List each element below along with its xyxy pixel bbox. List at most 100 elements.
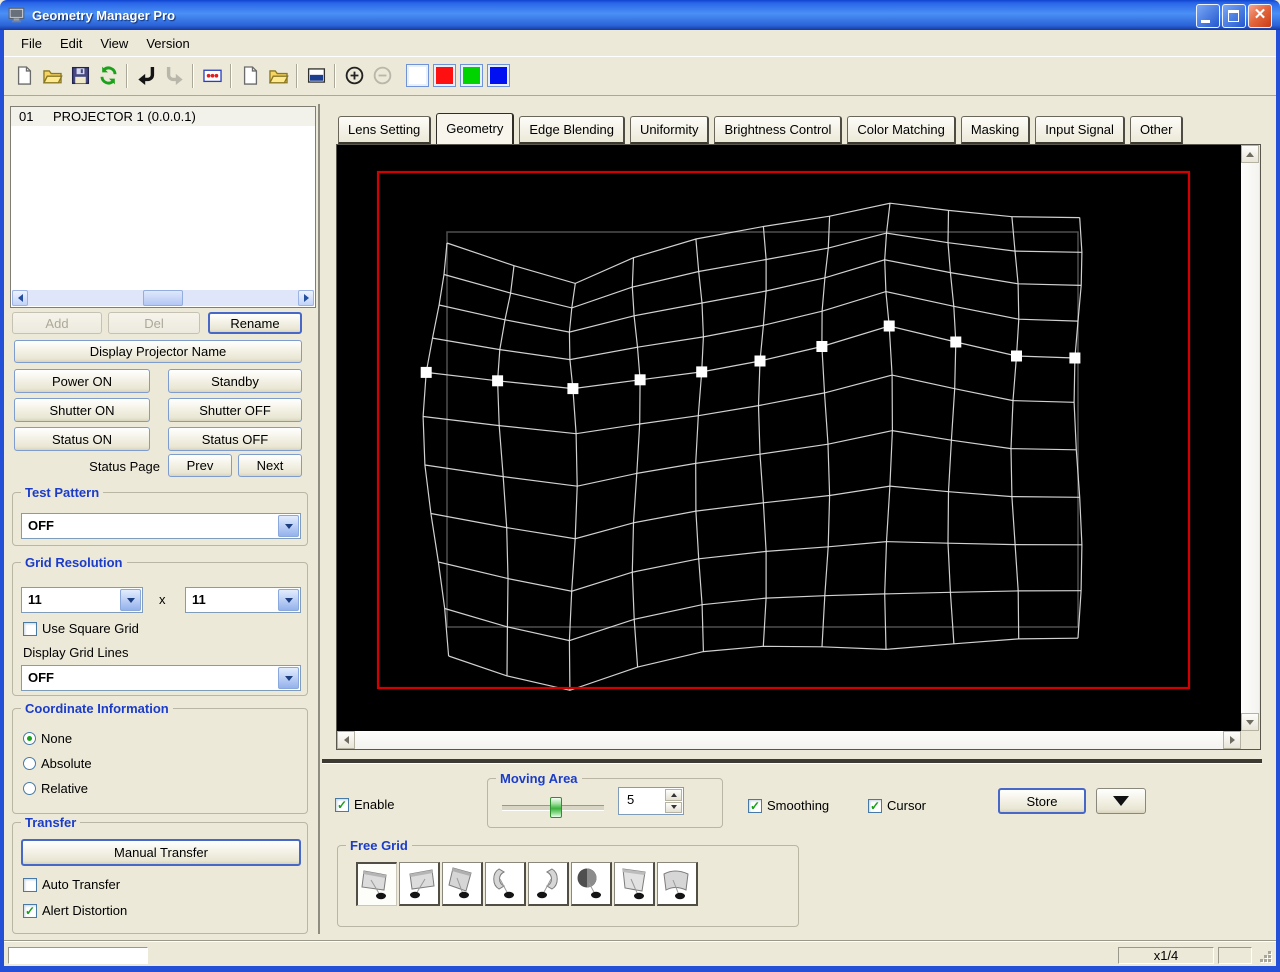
- spinner-down-button[interactable]: [665, 801, 682, 813]
- grid-handle[interactable]: [696, 366, 708, 378]
- scroll-up-button[interactable]: [1241, 145, 1259, 163]
- free-grid-angled-screen-button[interactable]: [614, 862, 655, 906]
- dropdown-arrow-icon[interactable]: [278, 515, 299, 537]
- resize-grip[interactable]: [1256, 947, 1272, 963]
- maximize-button[interactable]: [1222, 4, 1246, 28]
- grid-handle[interactable]: [492, 375, 504, 387]
- new-file-button[interactable]: [11, 63, 37, 89]
- grid-handle[interactable]: [950, 336, 962, 348]
- radio-relative[interactable]: Relative: [23, 781, 88, 796]
- zoom-in-button[interactable]: [341, 63, 367, 89]
- screen-window-button[interactable]: [303, 63, 329, 89]
- free-grid-dome-button[interactable]: [571, 862, 612, 906]
- grid-cols-select[interactable]: 11: [21, 587, 143, 613]
- tab-lens-setting[interactable]: Lens Setting: [338, 116, 432, 145]
- prev-button[interactable]: Prev: [168, 454, 232, 477]
- power-on-button[interactable]: Power ON: [14, 369, 150, 393]
- shutter-off-button[interactable]: Shutter OFF: [168, 398, 302, 422]
- tab-uniformity[interactable]: Uniformity: [629, 116, 710, 145]
- radio-absolute[interactable]: Absolute: [23, 756, 92, 771]
- display-grid-lines-select[interactable]: OFF: [21, 665, 301, 691]
- white-swatch-button[interactable]: [406, 64, 429, 87]
- scroll-track[interactable]: [28, 290, 298, 306]
- slider-thumb[interactable]: [550, 797, 562, 818]
- smoothing-checkbox[interactable]: Smoothing: [748, 798, 829, 813]
- shutter-on-button[interactable]: Shutter ON: [14, 398, 150, 422]
- free-grid-flat-screen-left-button[interactable]: [356, 862, 397, 906]
- dropdown-arrow-icon[interactable]: [278, 589, 299, 611]
- store-button[interactable]: Store: [998, 788, 1086, 814]
- scroll-left-button[interactable]: [12, 290, 28, 306]
- save-file-button[interactable]: [67, 63, 93, 89]
- scroll-right-button[interactable]: [298, 290, 314, 306]
- free-grid-curved-screen-button[interactable]: [657, 862, 698, 906]
- tab-color-matching[interactable]: Color Matching: [847, 116, 956, 145]
- dropdown-arrow-icon[interactable]: [120, 589, 141, 611]
- grid-handle[interactable]: [816, 341, 828, 352]
- free-grid-flat-screen-right-button[interactable]: [399, 862, 440, 906]
- rename-button[interactable]: Rename: [208, 312, 302, 334]
- tab-brightness-control[interactable]: Brightness Control: [714, 116, 843, 145]
- grid-handle[interactable]: [883, 320, 895, 332]
- tab-edge-blending[interactable]: Edge Blending: [519, 116, 625, 145]
- red-swatch-button[interactable]: [433, 64, 456, 87]
- grid-handle[interactable]: [567, 383, 579, 395]
- menu-edit[interactable]: Edit: [51, 34, 91, 53]
- tab-geometry[interactable]: Geometry: [436, 113, 515, 145]
- enable-checkbox[interactable]: Enable: [335, 797, 394, 812]
- scroll-left-button[interactable]: [337, 731, 355, 749]
- grid-handle[interactable]: [634, 374, 646, 386]
- geometry-canvas[interactable]: [337, 145, 1241, 731]
- canvas-vscrollbar[interactable]: [1241, 145, 1259, 731]
- grid-handle[interactable]: [754, 355, 766, 367]
- menu-view[interactable]: View: [91, 34, 137, 53]
- projector-list-scrollbar[interactable]: [12, 290, 314, 306]
- display-projector-name-button[interactable]: Display Projector Name: [14, 340, 302, 363]
- status-off-button[interactable]: Status OFF: [168, 427, 302, 451]
- grid-rows-select[interactable]: 11: [185, 587, 301, 613]
- projector-list-item[interactable]: 01 PROJECTOR 1 (0.0.0.1): [11, 107, 315, 126]
- store-dropdown-button[interactable]: [1096, 788, 1146, 814]
- scroll-down-button[interactable]: [1241, 713, 1259, 731]
- open-file-button[interactable]: [39, 63, 65, 89]
- free-grid-cylinder-open-button[interactable]: [528, 862, 569, 906]
- alert-distortion-checkbox[interactable]: Alert Distortion: [23, 903, 127, 918]
- del-button[interactable]: Del: [108, 312, 200, 334]
- open-folder-button[interactable]: [265, 63, 291, 89]
- free-grid-cylinder-concave-button[interactable]: [485, 862, 526, 906]
- spinner-up-button[interactable]: [665, 789, 682, 801]
- menu-file[interactable]: File: [12, 34, 51, 53]
- green-swatch-button[interactable]: [460, 64, 483, 87]
- menu-version[interactable]: Version: [137, 34, 198, 53]
- undo-arrow-button[interactable]: [133, 63, 159, 89]
- minimize-button[interactable]: [1196, 4, 1220, 28]
- moving-area-spinner[interactable]: 5: [618, 787, 684, 815]
- zoom-out-button[interactable]: [369, 63, 395, 89]
- status-on-button[interactable]: Status ON: [14, 427, 150, 451]
- close-button[interactable]: ✕: [1248, 4, 1272, 28]
- new-page-button[interactable]: [237, 63, 263, 89]
- tab-input-signal[interactable]: Input Signal: [1035, 116, 1125, 145]
- add-button[interactable]: Add: [12, 312, 102, 334]
- use-square-grid-checkbox[interactable]: Use Square Grid: [23, 621, 139, 636]
- grid-handle[interactable]: [420, 366, 432, 378]
- test-pattern-select[interactable]: OFF: [21, 513, 301, 539]
- grid-handle[interactable]: [1069, 352, 1081, 364]
- projector-list[interactable]: 01 PROJECTOR 1 (0.0.0.1): [10, 106, 316, 308]
- refresh-button[interactable]: [95, 63, 121, 89]
- canvas-hscrollbar[interactable]: [337, 731, 1241, 749]
- redo-arrow-button[interactable]: [161, 63, 187, 89]
- scroll-thumb[interactable]: [143, 290, 183, 306]
- free-grid-tilted-screen-button[interactable]: [442, 862, 483, 906]
- blue-swatch-button[interactable]: [487, 64, 510, 87]
- dropdown-arrow-icon[interactable]: [278, 667, 299, 689]
- manual-transfer-button[interactable]: Manual Transfer: [21, 839, 301, 866]
- tab-masking[interactable]: Masking: [960, 116, 1031, 145]
- standby-button[interactable]: Standby: [168, 369, 302, 393]
- scroll-right-button[interactable]: [1223, 731, 1241, 749]
- next-button[interactable]: Next: [238, 454, 302, 477]
- grid-handle[interactable]: [1011, 350, 1022, 362]
- display-colors-button[interactable]: [199, 63, 225, 89]
- radio-none[interactable]: None: [23, 731, 72, 746]
- auto-transfer-checkbox[interactable]: Auto Transfer: [23, 877, 120, 892]
